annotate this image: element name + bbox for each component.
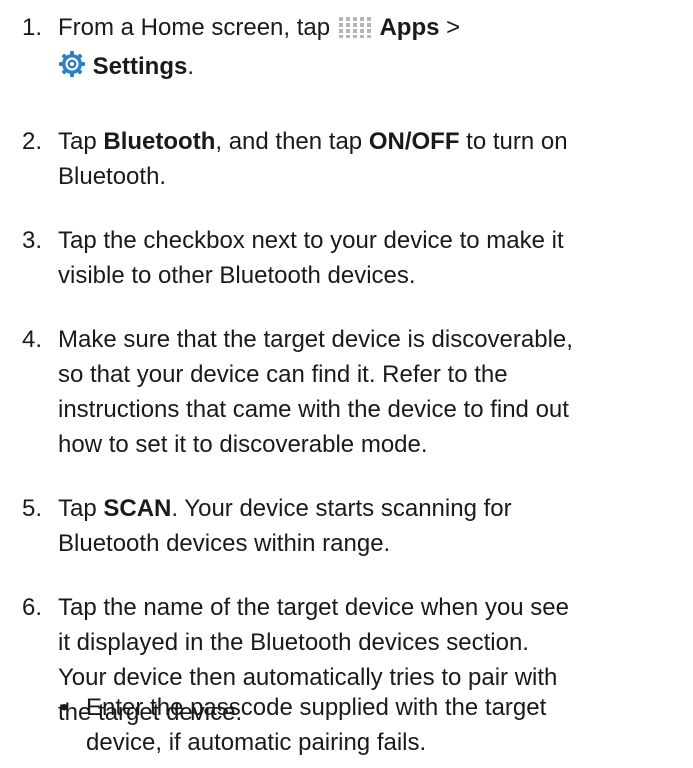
step-number: 6. xyxy=(22,594,43,621)
step-text-line: Bluetooth devices within range. xyxy=(58,530,391,557)
step-text: Tap Bluetooth, and then tap ON/OFF to tu… xyxy=(58,124,688,194)
step-text-line: how to set it to discoverable mode. xyxy=(58,431,428,458)
step-text-part: Tap xyxy=(58,495,104,522)
settings-label: Settings xyxy=(92,53,188,80)
step-number: 5. xyxy=(22,495,43,522)
step-text-part: Tap xyxy=(58,128,104,155)
onoff-label: ON/OFF xyxy=(368,128,460,155)
step-number: 3. xyxy=(22,227,43,254)
step-number: 4. xyxy=(22,326,43,353)
step-text-line: instructions that came with the device t… xyxy=(58,396,569,423)
step-text-line: it displayed in the Bluetooth devices se… xyxy=(58,629,529,656)
step-text: Make sure that the target device is disc… xyxy=(58,322,688,462)
step-text: Tap SCAN. Your device starts scanning fo… xyxy=(58,491,688,561)
step-number: 2. xyxy=(22,128,43,155)
apps-label: Apps xyxy=(379,14,440,41)
apps-grid-icon xyxy=(337,14,373,49)
bullet-text: Enter the passcode supplied with the tar… xyxy=(86,690,686,760)
step-text-part: to turn on xyxy=(459,128,568,155)
step-text-part: . xyxy=(187,53,195,80)
step-text-line: Tap the name of the target device when y… xyxy=(58,594,569,621)
scan-label: SCAN xyxy=(103,495,172,522)
bullet-dot: • xyxy=(60,694,69,721)
bullet-text-line: device, if automatic pairing fails. xyxy=(86,729,427,756)
step-number: 1. xyxy=(22,14,43,41)
step-text-part: > xyxy=(446,14,461,41)
bluetooth-label: Bluetooth xyxy=(103,128,216,155)
step-text: From a Home screen, tap Apps > Settings. xyxy=(58,10,688,88)
step-text-line: visible to other Bluetooth devices. xyxy=(58,262,416,289)
step-text-part: . Your device starts scanning for xyxy=(171,495,512,522)
bullet-text-line: Enter the passcode supplied with the tar… xyxy=(86,694,547,721)
step-text-line: Bluetooth. xyxy=(58,163,167,190)
step-text: Tap the checkbox next to your device to … xyxy=(58,223,688,293)
step-text-line: Make sure that the target device is disc… xyxy=(58,326,573,353)
step-text-line: Tap the checkbox next to your device to … xyxy=(58,227,564,254)
step-text-line: so that your device can find it. Refer t… xyxy=(58,361,508,388)
settings-gear-icon xyxy=(58,50,86,88)
step-text-part: From a Home screen, tap xyxy=(58,14,331,41)
step-text-part: , and then tap xyxy=(215,128,369,155)
